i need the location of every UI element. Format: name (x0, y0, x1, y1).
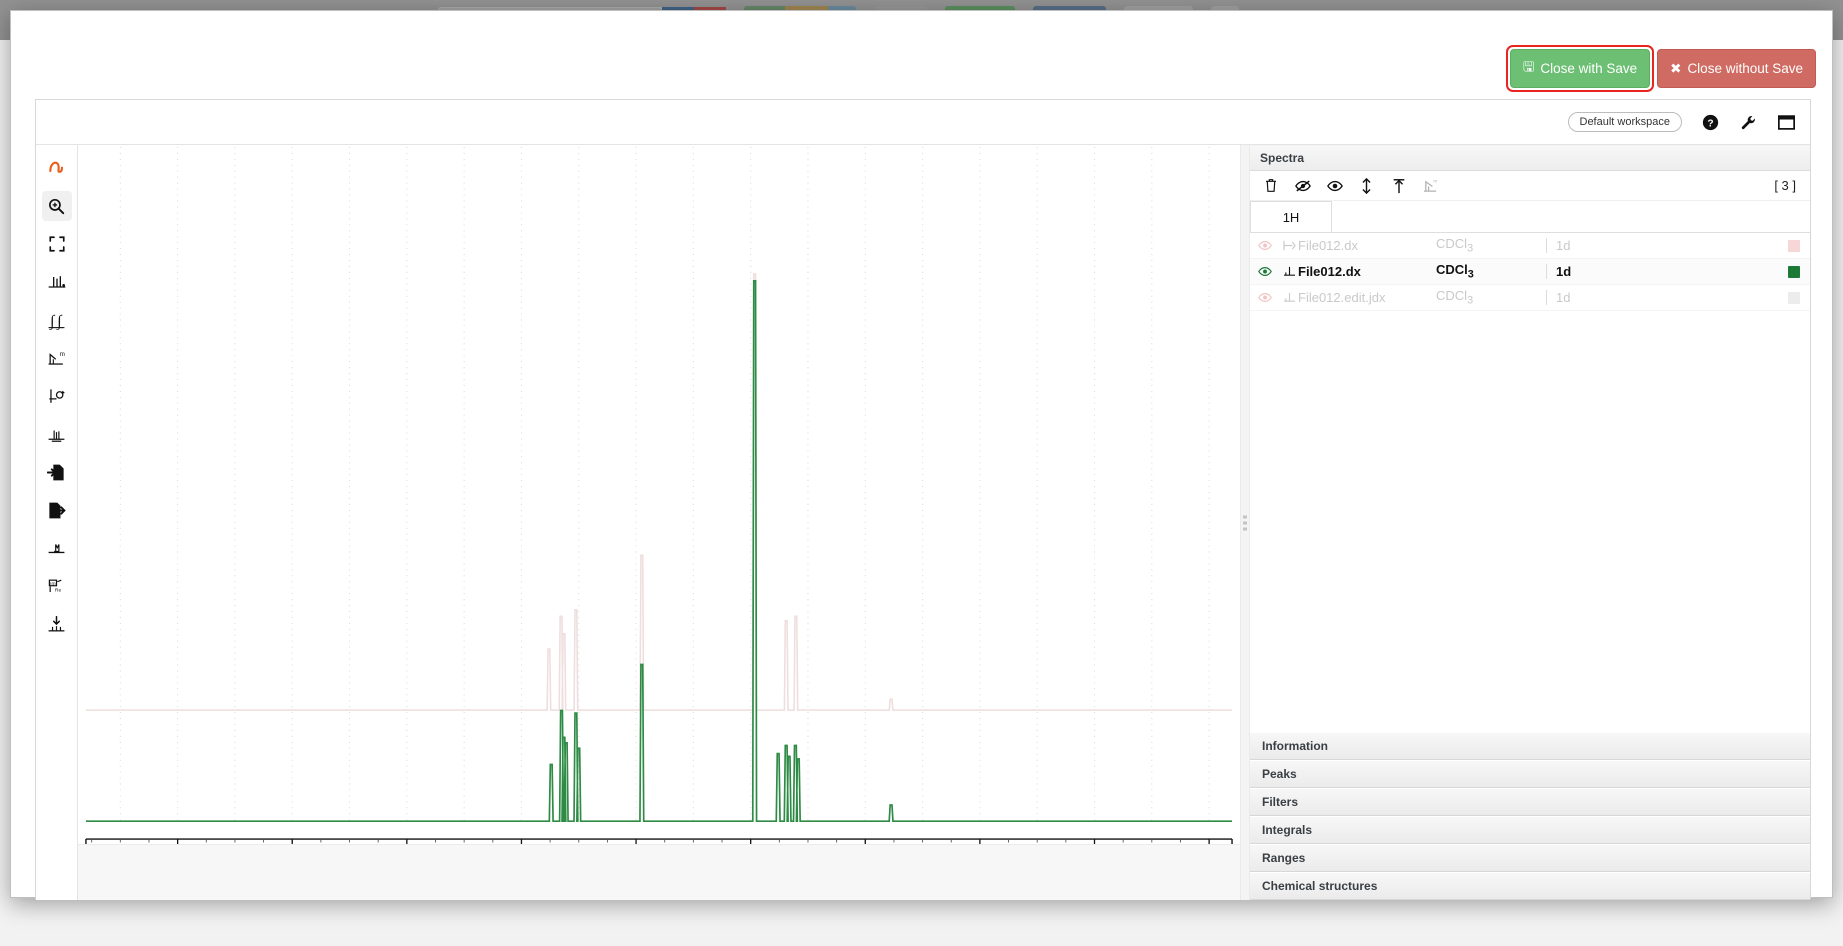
spectra-toolbar: m [ 3 ] (1250, 171, 1810, 201)
svg-text:m: m (60, 351, 65, 358)
svg-text:Im: Im (50, 580, 55, 586)
spectrum-svg[interactable]: 14121086420-2-4 (78, 145, 1240, 894)
spectrum-name: File012.dx (1298, 238, 1436, 253)
center-alignment-icon[interactable] (1390, 177, 1407, 194)
multiplet-analysis-icon[interactable]: m (42, 343, 72, 373)
zoom-icon[interactable] (42, 191, 72, 221)
spectrum-color-swatch[interactable] (1788, 266, 1800, 278)
stack-alignment-icon[interactable] (1358, 177, 1375, 194)
spectrum-type-icon (1280, 240, 1298, 251)
right-panel-accordions: InformationPeaksFiltersIntegralsRangesCh… (1250, 732, 1810, 900)
accordion-filters[interactable]: Filters (1250, 788, 1810, 816)
accordion-ranges[interactable]: Ranges (1250, 844, 1810, 872)
spectrum-color-swatch[interactable] (1788, 292, 1800, 304)
show-all-icon[interactable] (1326, 177, 1343, 194)
spectrum-dimension: 1d (1556, 290, 1788, 305)
visibility-eye-icon[interactable] (1250, 240, 1280, 251)
spectra-tabs: 1H (1250, 201, 1810, 233)
splitter-grip-icon (1243, 515, 1247, 530)
spectrum-name: File012.edit.jdx (1298, 290, 1436, 305)
modal-header: 🖫 Close with Save ✖ Close without Save (11, 11, 1832, 87)
hide-all-icon[interactable] (1294, 177, 1311, 194)
delete-icon[interactable] (1262, 177, 1279, 194)
spectrum-dimension: 1d (1556, 264, 1788, 279)
accordion-chemical-structures[interactable]: Chemical structures (1250, 872, 1810, 900)
nmrium-left-toolbar: ∫∫ m (36, 145, 78, 900)
spectrum-row[interactable]: File012.dxCDCl3 1d (1250, 233, 1810, 259)
peak-picking-icon[interactable] (42, 267, 72, 297)
nmrium-logo-icon[interactable] (42, 151, 72, 181)
nmrium-top-toolbar: Default workspace ? (36, 100, 1810, 145)
integral-icon[interactable]: ∫∫ (42, 305, 72, 335)
close-without-save-button[interactable]: ✖ Close without Save (1657, 49, 1816, 88)
spectrum-plot-area[interactable]: 14121086420-2-4 (78, 145, 1240, 900)
spectrum-trace-active (86, 281, 1232, 821)
x-axis-band (78, 844, 1240, 900)
accordion-information[interactable]: Information (1250, 732, 1810, 760)
baseline-correction-icon[interactable] (42, 533, 72, 563)
zone-picking-icon[interactable] (42, 381, 72, 411)
import-icon[interactable] (42, 457, 72, 487)
spectrum-type-icon (1280, 292, 1298, 303)
spectrum-dimension: 1d (1556, 238, 1788, 253)
save-icon: 🖫 (1523, 57, 1535, 80)
workspace-selector[interactable]: Default workspace (1568, 112, 1683, 132)
close-with-save-wrapper: 🖫 Close with Save (1510, 49, 1650, 88)
panel-splitter[interactable] (1240, 145, 1250, 900)
close-with-save-label: Close with Save (1540, 61, 1637, 76)
spectrum-solvent: CDCl3 (1436, 236, 1546, 255)
close-with-save-button[interactable]: 🖫 Close with Save (1510, 49, 1650, 88)
panel-toggle-icon[interactable] (1776, 112, 1796, 132)
spectrum-row[interactable]: File012.dxCDCl3 1d (1250, 259, 1810, 285)
reset-alignment-icon[interactable]: m (1422, 177, 1439, 194)
right-panel: Spectra (1250, 145, 1810, 900)
spectrum-trace-inactive (86, 274, 1232, 710)
accordion-integrals[interactable]: Integrals (1250, 816, 1810, 844)
svg-text:m: m (1433, 179, 1437, 184)
help-icon[interactable]: ? (1700, 112, 1720, 132)
column-divider (1546, 238, 1547, 253)
modal-header-buttons: 🖫 Close with Save ✖ Close without Save (1510, 49, 1816, 88)
spectra-list: File012.dxCDCl31dFile012.dxCDCl31dFile01… (1250, 233, 1810, 573)
accordion-peaks[interactable]: Peaks (1250, 760, 1810, 788)
workspace-label: Default workspace (1580, 116, 1671, 128)
spectrum-row[interactable]: File012.edit.jdxCDCl3 1d (1250, 285, 1810, 311)
visibility-eye-icon[interactable] (1250, 266, 1280, 277)
spectrum-solvent: CDCl3 (1436, 288, 1546, 307)
apodization-icon[interactable] (42, 609, 72, 639)
spectra-panel-title: Spectra (1250, 145, 1810, 171)
column-divider (1546, 264, 1547, 279)
nmrium-viewer: Default workspace ? (35, 99, 1811, 899)
spectrum-solvent: CDCl3 (1436, 262, 1546, 281)
range-picking-icon[interactable] (42, 419, 72, 449)
visibility-eye-icon[interactable] (1250, 292, 1280, 303)
spectrum-name: File012.dx (1298, 264, 1436, 279)
tab-1h[interactable]: 1H (1250, 201, 1332, 232)
svg-text:Re: Re (55, 587, 62, 593)
spectrum-color-swatch[interactable] (1788, 240, 1800, 252)
nmr-editor-modal: 🖫 Close with Save ✖ Close without Save D… (10, 10, 1833, 898)
export-icon[interactable] (42, 495, 72, 525)
phase-correction-icon[interactable]: ImRe (42, 571, 72, 601)
fullscreen-icon[interactable] (42, 229, 72, 259)
svg-text:?: ? (1707, 118, 1713, 129)
nmrium-body: ∫∫ m (36, 145, 1810, 900)
close-icon: ✖ (1670, 61, 1681, 77)
close-without-save-label: Close without Save (1687, 61, 1803, 76)
column-divider (1546, 290, 1547, 305)
spectrum-type-icon (1280, 266, 1298, 277)
spectra-count: [ 3 ] (1774, 178, 1796, 193)
wrench-icon[interactable] (1738, 112, 1758, 132)
